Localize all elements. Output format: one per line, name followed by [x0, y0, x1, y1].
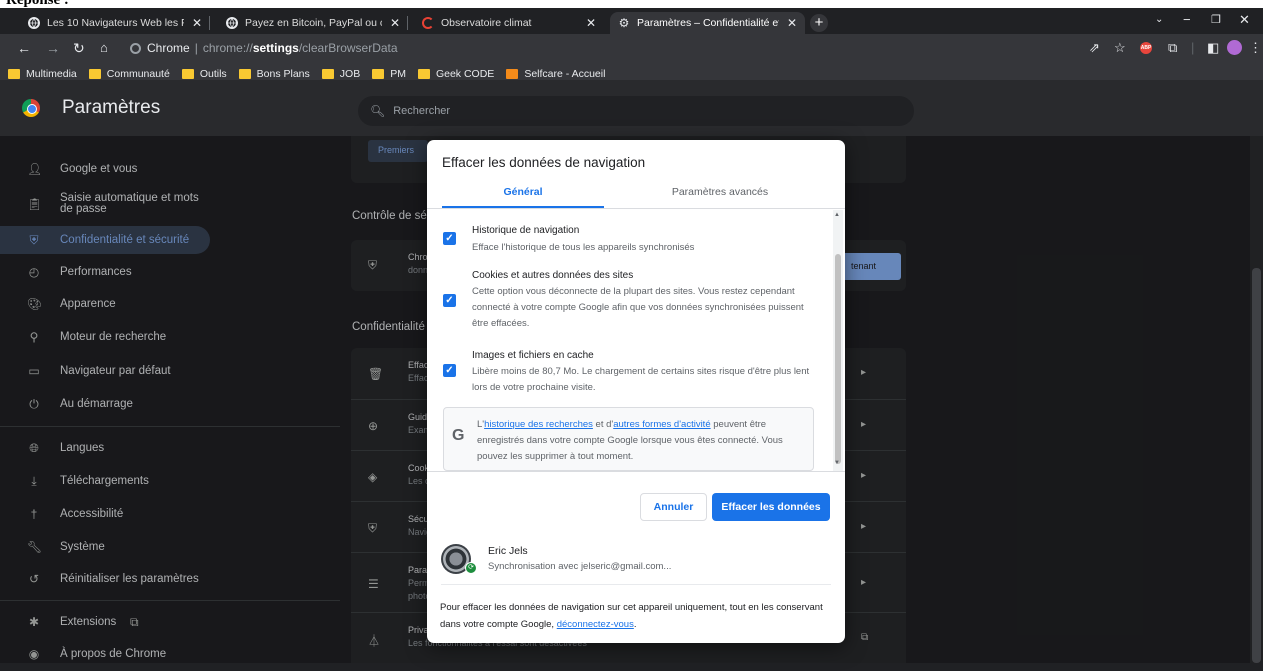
bookmark-folder[interactable]: Bons Plans [238, 68, 310, 80]
adblock-icon[interactable]: ABP [1140, 42, 1152, 54]
folder-icon [238, 69, 251, 79]
cancel-button[interactable]: Annuler [640, 493, 707, 521]
menu-icon[interactable]: ⋮ [1249, 39, 1262, 57]
globe-icon [28, 17, 40, 29]
other-activity-link[interactable]: autres formes d'activité [613, 419, 710, 430]
bookmark-folder[interactable]: Communauté [88, 68, 170, 80]
side-panel-icon[interactable]: ◧ [1207, 39, 1219, 57]
tab-parametres[interactable]: ⚙ Paramètres – Confidentialité et ✕ [610, 12, 805, 34]
address-bar[interactable]: Chrome | chrome://settings/clearBrowserD… [130, 37, 1150, 59]
dialog-scrollbar-thumb[interactable] [835, 254, 841, 464]
toolbar: ← → ↻ ⌂ Chrome | chrome://settings/clear… [0, 34, 1263, 62]
option-title: Cookies et autres données des sites [472, 270, 634, 281]
tab-strip: Les 10 Navigateurs Web les Plu ✕ Payez e… [0, 8, 1263, 34]
dialog-scrollbar[interactable]: ▲ ▼ [833, 210, 843, 472]
close-window-icon[interactable]: ✕ [1239, 12, 1250, 28]
folder-icon [321, 69, 334, 79]
cookies-checkbox[interactable]: ✓ [443, 294, 456, 307]
sync-icon: ⟳ [465, 562, 477, 574]
profile-avatar-icon[interactable] [1227, 40, 1242, 55]
account-name: Eric Jels [488, 545, 528, 557]
dialog-title: Effacer les données de navigation [442, 155, 646, 170]
tab-general[interactable]: Général [442, 186, 604, 208]
account-sync: Synchronisation avec jelseric@gmail.com.… [488, 561, 672, 572]
home-icon[interactable]: ⌂ [100, 39, 108, 57]
bookmark-folder[interactable]: PM [372, 68, 406, 80]
bookmark-folder[interactable]: Outils [181, 68, 227, 80]
reload-icon[interactable]: ↻ [73, 39, 85, 57]
new-tab-button[interactable]: + [810, 14, 828, 32]
toolbar-divider: | [1191, 40, 1195, 55]
bookmark-selfcare[interactable]: Selfcare - Accueil [506, 68, 605, 80]
option-desc: Libère moins de 80,7 Mo. Le chargement d… [472, 366, 810, 393]
scroll-down-icon[interactable]: ▼ [834, 460, 840, 466]
tab-observatoire[interactable]: Observatoire climat ✕ [414, 12, 604, 34]
option-title: Images et fichiers en cache [472, 350, 594, 361]
dialog-footer: ⟳ Eric Jels Synchronisation avec jelseri… [427, 533, 845, 643]
share-icon[interactable]: ⇗ [1089, 39, 1100, 57]
url-separator: | [194, 41, 198, 55]
browser-window: Les 10 Navigateurs Web les Plu ✕ Payez e… [0, 8, 1263, 671]
search-icon: 🔍︎ [370, 104, 386, 118]
url-host: Chrome [147, 41, 190, 55]
globe-icon [226, 17, 238, 29]
forward-icon[interactable]: → [46, 39, 60, 57]
scroll-up-icon[interactable]: ▲ [834, 212, 840, 218]
tab-title: Payez en Bitcoin, PayPal ou cart [245, 17, 382, 29]
google-icon: G [452, 427, 465, 444]
sign-out-link[interactable]: déconnectez-vous [557, 619, 634, 630]
close-icon[interactable]: ✕ [787, 16, 797, 30]
folder-icon [372, 69, 385, 79]
page-title: Paramètres [62, 97, 161, 118]
google-activity-note: G L'historique des recherches et d'autre… [443, 407, 814, 471]
folder-icon [88, 69, 101, 79]
settings-header: Paramètres 🔍︎ Rechercher [0, 80, 1263, 136]
close-icon[interactable]: ✕ [192, 16, 202, 30]
bookmark-folder[interactable]: JOB [321, 68, 360, 80]
history-checkbox[interactable]: ✓ [443, 232, 456, 245]
loading-icon [422, 17, 434, 29]
bookmark-icon [506, 69, 519, 79]
clear-data-button[interactable]: Effacer les données [712, 493, 830, 521]
tab-title: Les 10 Navigateurs Web les Plu [47, 17, 184, 29]
gear-icon: ⚙ [618, 16, 630, 30]
close-icon[interactable]: ✕ [586, 16, 596, 30]
tab-title: Paramètres – Confidentialité et [637, 17, 779, 29]
tab-payez[interactable]: Payez en Bitcoin, PayPal ou cart ✕ [218, 12, 408, 34]
option-title: Historique de navigation [472, 225, 580, 236]
search-history-link[interactable]: historique des recherches [484, 419, 593, 430]
top-label: Réponse : [0, 0, 1263, 8]
folder-icon [417, 69, 430, 79]
folder-icon [181, 69, 194, 79]
back-icon[interactable]: ← [17, 39, 31, 57]
google-note-text: L'historique des recherches et d'autres … [477, 419, 783, 462]
cache-checkbox[interactable]: ✓ [443, 364, 456, 377]
bookmark-star-icon[interactable]: ☆ [1114, 39, 1126, 57]
extensions-icon[interactable]: ⧉ [1168, 39, 1177, 57]
url-path: chrome://settings/clearBrowserData [202, 41, 398, 55]
folder-icon [8, 69, 20, 79]
footer-note: Pour effacer les données de navigation s… [440, 602, 823, 630]
restore-icon[interactable]: ❐ [1211, 13, 1221, 26]
chrome-site-icon [130, 42, 141, 54]
option-desc: Efface l'historique de tous les appareil… [472, 242, 695, 253]
option-desc: Cette option vous déconnecte de la plupa… [472, 286, 804, 329]
clear-data-dialog: Effacer les données de navigation Généra… [427, 140, 845, 643]
search-placeholder: Rechercher [393, 105, 451, 117]
tab-search-icon[interactable]: ⌄ [1155, 14, 1163, 25]
dialog-body: ✓ Historique de navigation Efface l'hist… [427, 209, 845, 471]
bookmark-folder[interactable]: Geek CODE [417, 68, 494, 80]
chrome-logo-icon [22, 99, 40, 117]
minimize-icon[interactable]: − [1183, 12, 1191, 27]
body-divider [427, 471, 845, 472]
close-icon[interactable]: ✕ [390, 16, 400, 30]
footer-divider [441, 584, 831, 585]
tab-navigateurs[interactable]: Les 10 Navigateurs Web les Plu ✕ [20, 12, 210, 34]
tab-title: Observatoire climat [441, 17, 532, 29]
tab-advanced[interactable]: Paramètres avancés [604, 186, 836, 208]
bookmark-folder[interactable]: Multimedia [8, 68, 77, 80]
search-input[interactable]: 🔍︎ Rechercher [358, 96, 914, 126]
